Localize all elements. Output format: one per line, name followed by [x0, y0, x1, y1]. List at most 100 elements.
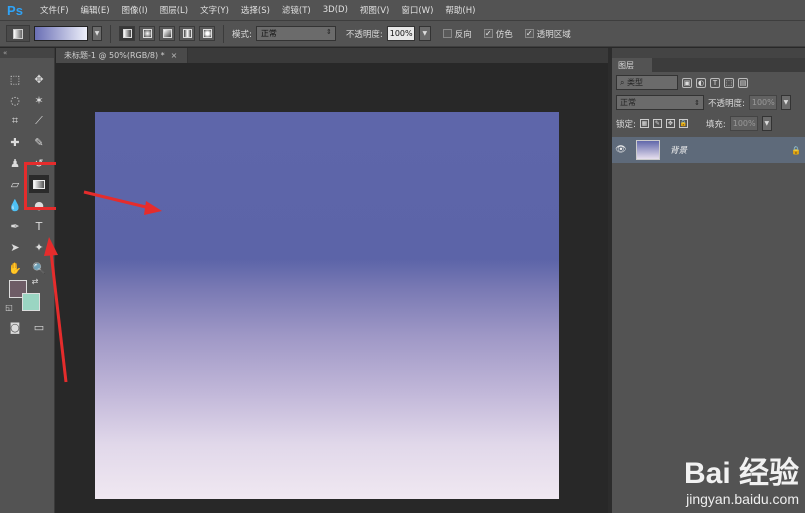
smart-object-filter-icon[interactable]: ▤ [738, 77, 748, 88]
layer-name: 背景 [670, 146, 688, 156]
layers-panel: 图层 ⌕ 类型 ▣ ◐ T ⬚ ▤ 正常 ⇕ 不透明度: 100% ▼ 锁定: … [612, 48, 805, 513]
brush-tool-icon[interactable]: ✎ [29, 133, 49, 151]
blend-mode-select[interactable]: 正常 ⇕ [616, 95, 704, 110]
menu-help[interactable]: 帮助(H) [439, 4, 481, 16]
checkmark-icon: ✓ [483, 29, 493, 38]
document-title: 未标题-1 @ 50%(RGB/8) * [64, 51, 165, 60]
gradient-dropdown-icon[interactable]: ▼ [92, 26, 102, 41]
zoom-tool-icon[interactable]: 🔍 [29, 259, 49, 277]
opacity-dropdown-icon[interactable]: ▼ [780, 95, 791, 110]
tool-preset-picker[interactable] [6, 25, 30, 42]
blur-tool-icon[interactable]: 💧 [5, 196, 25, 214]
layer-thumbnail [636, 140, 660, 160]
lock-label: 锁定: [616, 119, 636, 130]
layer-filter-row: ⌕ 类型 ▣ ◐ T ⬚ ▤ [616, 75, 748, 90]
fill-input[interactable]: 100% [729, 116, 758, 131]
lock-position-icon[interactable]: ✥ [665, 119, 675, 128]
menu-filter[interactable]: 滤镜(T) [276, 4, 317, 16]
transparency-checkbox[interactable]: ✓ 透明区域 [524, 28, 571, 40]
eraser-tool-icon[interactable]: ▱ [5, 175, 25, 193]
divider [223, 24, 224, 43]
menu-type[interactable]: 文字(Y) [194, 4, 235, 16]
collapse-toggle[interactable]: « [0, 48, 54, 58]
background-color-swatch[interactable] [22, 293, 40, 311]
move-tool-icon[interactable]: ✥ [29, 70, 49, 88]
quick-mask-icon[interactable]: ◙ [5, 318, 25, 336]
lock-icon: 🔒 [791, 145, 801, 155]
opacity-dropdown-icon[interactable]: ▼ [418, 26, 431, 41]
magic-wand-tool-icon[interactable]: ✶ [29, 91, 49, 109]
menu-bar: Ps 文件(F) 编辑(E) 图像(I) 图层(L) 文字(Y) 选择(S) 滤… [0, 0, 805, 20]
gradient-tool-icon [13, 28, 23, 39]
crop-tool-icon[interactable]: ⌗ [5, 112, 25, 130]
layer-opacity-input[interactable]: 100% [748, 95, 777, 110]
fill-label: 填充: [705, 119, 726, 130]
visibility-eye-icon[interactable]: 👁 [612, 145, 630, 155]
lock-transparent-icon[interactable]: ▦ [639, 119, 649, 128]
menu-window[interactable]: 窗口(W) [395, 4, 439, 16]
eyedropper-tool-icon[interactable]: ⟋ [29, 112, 49, 130]
dither-label: 仿色 [495, 29, 513, 40]
type-tool-icon[interactable]: T [29, 217, 49, 235]
hand-tool-icon[interactable]: ✋ [5, 259, 25, 277]
lock-row: 锁定: ▦ ✎ ✥ 🔒 填充: 100% ▼ [616, 116, 772, 131]
radial-gradient-button[interactable] [139, 26, 155, 41]
tab-layers[interactable]: 图层 [612, 58, 652, 72]
layer-opacity-label: 不透明度: [708, 98, 745, 109]
lock-all-icon[interactable]: 🔒 [678, 119, 688, 128]
filter-kind-value: 类型 [627, 78, 644, 87]
select-arrow-icon: ⇕ [694, 98, 700, 107]
lasso-tool-icon[interactable]: ◌ [5, 91, 25, 109]
dither-checkbox[interactable]: ✓ 仿色 [483, 28, 513, 40]
mode-label: 模式: [232, 29, 252, 40]
angle-gradient-button[interactable] [159, 26, 175, 41]
swap-colors-icon[interactable]: ⇄ [29, 276, 41, 286]
filter-kind-select[interactable]: ⌕ 类型 [616, 75, 678, 90]
fill-dropdown-icon[interactable]: ▼ [761, 116, 772, 131]
reverse-checkbox[interactable]: 反向 [442, 28, 472, 40]
gradient-preview[interactable] [34, 26, 88, 41]
menu-layer[interactable]: 图层(L) [154, 4, 194, 16]
menu-select[interactable]: 选择(S) [235, 4, 276, 16]
close-icon[interactable]: × [171, 51, 178, 60]
shape-tool-icon[interactable]: ✦ [29, 238, 49, 256]
checkmark-icon: ✓ [524, 29, 534, 38]
document-canvas[interactable] [95, 112, 559, 499]
menu-image[interactable]: 图像(I) [116, 4, 154, 16]
default-colors-icon[interactable]: ◱ [3, 302, 15, 312]
menu-view[interactable]: 视图(V) [354, 4, 395, 16]
diamond-gradient-button[interactable] [199, 26, 215, 41]
document-tab[interactable]: 未标题-1 @ 50%(RGB/8) * × [56, 48, 188, 63]
mode-select[interactable]: 正常 ⇕ [255, 26, 336, 41]
screen-mode-icon[interactable]: ▭ [29, 318, 49, 336]
path-selection-tool-icon[interactable]: ➤ [5, 238, 25, 256]
healing-brush-tool-icon[interactable]: ✚ [5, 133, 25, 151]
menu-edit[interactable]: 编辑(E) [75, 4, 116, 16]
pixel-filter-icon[interactable]: ▣ [682, 77, 692, 88]
clone-stamp-tool-icon[interactable]: ♟ [5, 154, 25, 172]
reverse-label: 反向 [454, 29, 472, 40]
blend-mode-value: 正常 [620, 98, 636, 107]
divider [110, 24, 111, 43]
opacity-input[interactable]: 100% [386, 26, 415, 41]
adjustment-filter-icon[interactable]: ◐ [696, 77, 706, 88]
watermark-url: jingyan.baidu.com [686, 491, 799, 507]
layer-row-background[interactable]: 👁 背景 🔒 [612, 137, 805, 163]
checkbox-icon [442, 29, 452, 38]
search-icon: ⌕ [620, 77, 628, 87]
tools-panel: « ⬚ ✥ ◌ ✶ ⌗ ⟋ ✚ ✎ ♟ ↺ ▱ 💧 ● ✒ T ➤ ✦ ✋ 🔍 … [0, 48, 55, 513]
marquee-tool-icon[interactable]: ⬚ [5, 70, 25, 88]
options-bar: ▼ 模式: 正常 ⇕ 不透明度: 100% ▼ 反向 ✓ 仿色 ✓ 透明区域 [0, 20, 805, 47]
type-filter-icon[interactable]: T [710, 77, 720, 88]
linear-gradient-button[interactable] [119, 26, 135, 41]
shape-filter-icon[interactable]: ⬚ [724, 77, 734, 88]
lock-pixels-icon[interactable]: ✎ [652, 119, 662, 128]
blend-row: 正常 ⇕ 不透明度: 100% ▼ [616, 95, 791, 110]
menu-3d[interactable]: 3D(D) [317, 5, 354, 15]
menu-file[interactable]: 文件(F) [34, 4, 75, 16]
opacity-label: 不透明度: [345, 29, 383, 40]
panel-header [612, 48, 805, 58]
watermark-logo: Bai 经验 [683, 457, 799, 490]
pen-tool-icon[interactable]: ✒ [5, 217, 25, 235]
reflected-gradient-button[interactable] [179, 26, 195, 41]
